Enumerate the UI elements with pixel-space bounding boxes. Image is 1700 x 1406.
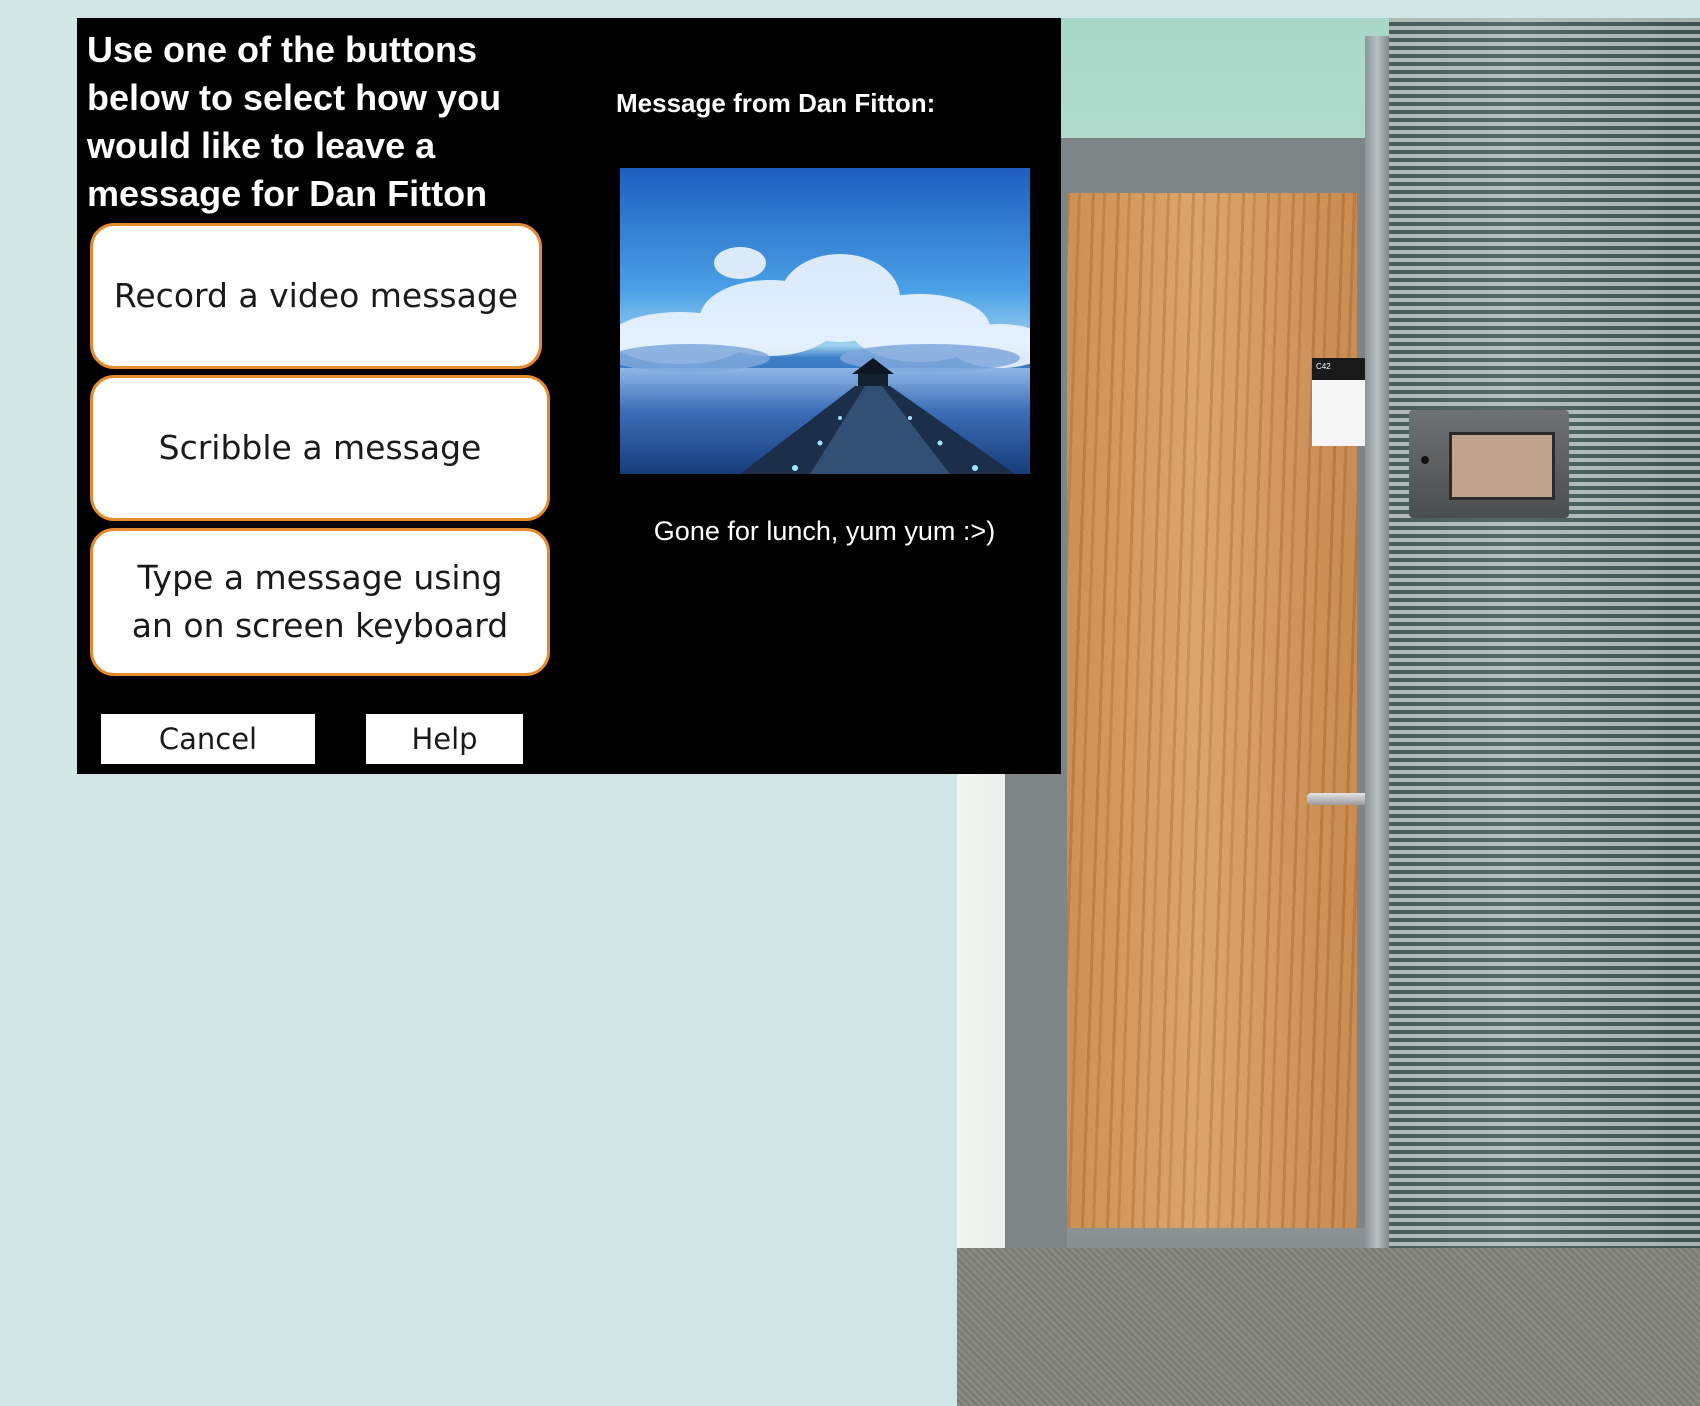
message-text: Gone for lunch, yum yum :>) xyxy=(653,516,996,546)
scribble-message-label: Scribble a message xyxy=(158,428,482,467)
window-blinds xyxy=(1389,18,1700,1406)
message-kiosk-screen: Use one of the buttons below to select h… xyxy=(77,18,1061,774)
message-heading: Message from Dan Fitton: xyxy=(616,88,936,118)
instructions-heading: Use one of the buttons below to select h… xyxy=(87,29,502,214)
ocean-pier-image xyxy=(620,247,1030,474)
message-image xyxy=(620,168,1030,474)
camera-icon xyxy=(1421,456,1429,464)
record-video-label: Record a video message xyxy=(113,276,519,315)
office-door-photo: C42 xyxy=(957,18,1700,1406)
type-message-button[interactable]: Type a message using an on screen keyboa… xyxy=(90,528,550,676)
record-video-button[interactable]: Record a video message xyxy=(90,223,542,369)
device-screen xyxy=(1449,432,1555,500)
door-nameplate: C42 xyxy=(1312,358,1372,446)
help-button[interactable]: Help xyxy=(366,714,523,764)
carpet-floor xyxy=(957,1248,1700,1406)
scribble-message-button[interactable]: Scribble a message xyxy=(90,375,550,521)
type-message-label: Type a message using an on screen keyboa… xyxy=(131,558,509,645)
cancel-button[interactable]: Cancel xyxy=(101,714,315,764)
door-jamb xyxy=(1365,36,1389,1396)
door-display-device xyxy=(1409,410,1569,518)
nameplate-text: C42 xyxy=(1316,362,1331,371)
